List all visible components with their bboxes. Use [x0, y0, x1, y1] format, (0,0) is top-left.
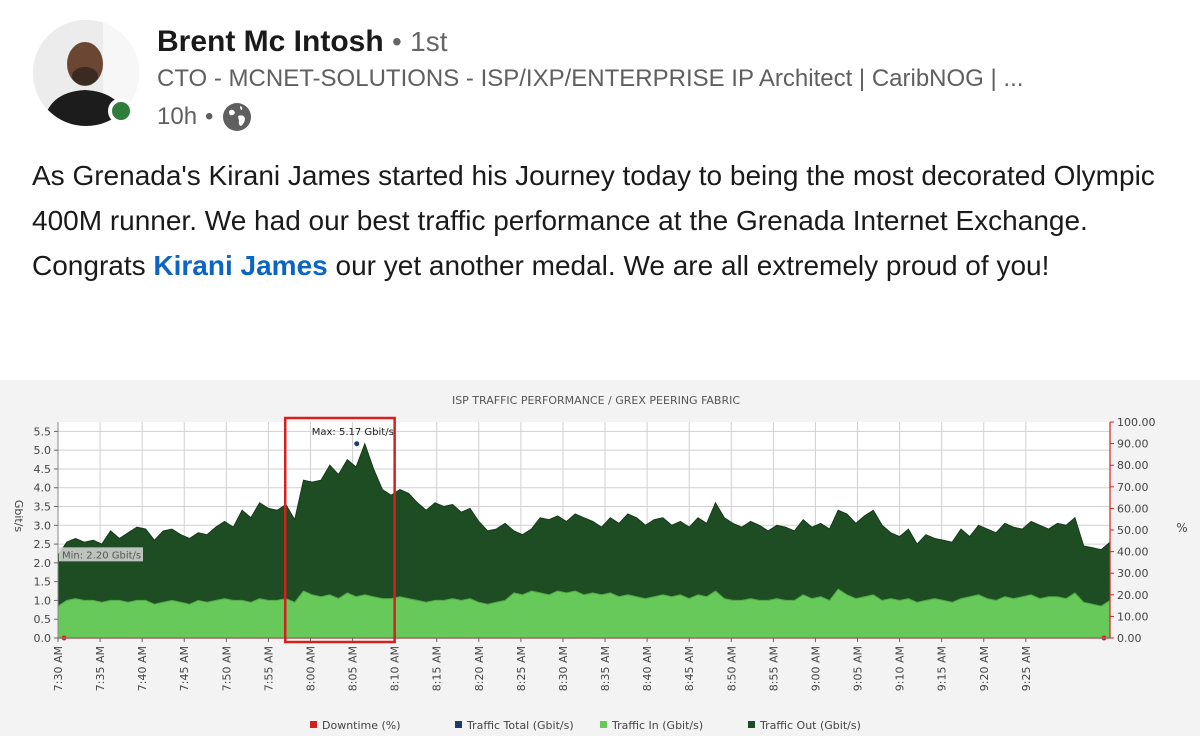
x-tick-label: 9:15 AM — [936, 646, 949, 691]
x-tick-label: 9:20 AM — [978, 646, 991, 691]
legend-label: Downtime (%) — [322, 719, 401, 732]
y2-tick-label: 100.00 — [1117, 416, 1156, 429]
y-tick-label: 4.5 — [34, 463, 52, 476]
y-tick-label: 4.0 — [34, 482, 52, 495]
y2-tick-label: 10.00 — [1117, 610, 1149, 623]
mention-link[interactable]: Kirani James — [153, 250, 327, 281]
x-tick-label: 8:40 AM — [641, 646, 654, 691]
y-tick-label: 3.5 — [34, 501, 52, 514]
y-tick-label: 5.5 — [34, 425, 52, 438]
y-tick-label: 1.5 — [34, 576, 52, 589]
chart-legend: Downtime (%) Traffic Total (Gbit/s) Traffi… — [310, 719, 861, 732]
x-tick-label: 8:55 AM — [767, 646, 780, 691]
y-tick-label: 0.5 — [34, 613, 52, 626]
x-tick-label: 7:35 AM — [94, 646, 107, 691]
x-tick-label: 8:20 AM — [473, 646, 486, 691]
post-text-line2: Congrats Kirani James our yet another me… — [32, 243, 1177, 288]
y-tick-label: 2.0 — [34, 557, 52, 570]
x-tick-label: 8:50 AM — [725, 646, 738, 691]
x-axis-ticks: 7:30 AM 7:35 AM 7:40 AM 7:45 AM 7:50 AM 7:55 … — [52, 638, 1033, 691]
traffic-chart: ISP TRAFFIC PERFORMANCE / GREX PEERING F… — [12, 394, 1188, 732]
post-body: As Grenada's Kirani James started his Jo… — [32, 153, 1177, 288]
x-tick-label: 8:25 AM — [515, 646, 528, 691]
y2-tick-label: 20.00 — [1117, 589, 1149, 602]
x-tick-label: 7:45 AM — [178, 646, 191, 691]
post-time: 10h — [157, 103, 198, 130]
x-tick-label: 7:30 AM — [52, 646, 65, 691]
traffic-chart-image[interactable]: ISP TRAFFIC PERFORMANCE / GREX PEERING F… — [0, 380, 1200, 736]
post-meta: 10h • — [157, 101, 253, 133]
x-tick-label: 7:40 AM — [136, 646, 149, 691]
author-line: Brent Mc Intosh • 1st — [157, 25, 448, 59]
y-axis-label: Gbit/s — [12, 500, 25, 533]
legend-label: Traffic In (Gbit/s) — [611, 719, 703, 732]
x-tick-label: 8:00 AM — [304, 646, 317, 691]
x-tick-label: 8:45 AM — [683, 646, 696, 691]
chart-title: ISP TRAFFIC PERFORMANCE / GREX PEERING F… — [452, 394, 740, 407]
max-point-marker — [354, 441, 360, 447]
x-tick-label: 9:25 AM — [1020, 646, 1033, 691]
y2-tick-label: 30.00 — [1117, 567, 1149, 580]
globe-icon — [223, 103, 252, 131]
legend-swatch — [748, 721, 755, 728]
y-tick-label: 1.0 — [34, 594, 52, 607]
legend-swatch — [455, 721, 462, 728]
y2-tick-label: 80.00 — [1117, 459, 1149, 472]
x-tick-label: 9:00 AM — [809, 646, 822, 691]
y2-axis-ticks: 0.00 10.00 20.00 30.00 40.00 50.00 60.00 70.00 8… — [1110, 416, 1156, 645]
x-tick-label: 8:15 AM — [431, 646, 444, 691]
y2-axis-label: % — [1176, 521, 1187, 535]
legend-label: Traffic Out (Gbit/s) — [759, 719, 861, 732]
y-tick-label: 5.0 — [34, 444, 52, 457]
x-tick-label: 7:50 AM — [220, 646, 233, 691]
y-tick-label: 0.0 — [34, 632, 52, 645]
y-tick-label: 3.0 — [34, 519, 52, 532]
max-annotation: Max: 5.17 Gbit/s — [312, 427, 394, 438]
connection-degree: 1st — [410, 26, 448, 57]
x-tick-label: 8:10 AM — [389, 646, 402, 691]
online-status-indicator — [108, 98, 134, 124]
y2-tick-label: 90.00 — [1117, 438, 1149, 451]
separator-dot: • — [392, 26, 402, 57]
y2-tick-label: 40.00 — [1117, 546, 1149, 559]
y-tick-label: 2.5 — [34, 538, 52, 551]
y2-tick-label: 0.00 — [1117, 632, 1142, 645]
legend-swatch — [310, 721, 317, 728]
y2-tick-label: 70.00 — [1117, 481, 1149, 494]
x-tick-label: 8:35 AM — [599, 646, 612, 691]
author-headline: CTO - MCNET-SOLUTIONS - ISP/IXP/ENTERPRI… — [157, 65, 1024, 92]
post-text-rest: our yet another medal. We are all extrem… — [327, 250, 1050, 281]
legend-swatch — [600, 721, 607, 728]
x-tick-label: 9:10 AM — [894, 646, 907, 691]
x-tick-label: 8:30 AM — [557, 646, 570, 691]
y-axis-ticks: 0.0 0.5 1.0 1.5 2.0 2.5 3.0 3.5 4.0 4.5 5.0 5.5 — [34, 425, 58, 645]
min-annotation: Min: 2.20 Gbit/s — [62, 550, 141, 561]
post-header: Brent Mc Intosh • 1st CTO - MCNET-SOLUTI… — [0, 0, 1200, 140]
post-text-congrats: Congrats — [32, 250, 154, 281]
y2-tick-label: 50.00 — [1117, 524, 1149, 537]
meta-separator: • — [205, 103, 214, 130]
y2-tick-label: 60.00 — [1117, 502, 1149, 515]
legend-label: Traffic Total (Gbit/s) — [466, 719, 574, 732]
author-name[interactable]: Brent Mc Intosh — [157, 25, 384, 58]
post-text-line1: As Grenada's Kirani James started his Jo… — [32, 160, 1155, 236]
x-tick-label: 8:05 AM — [347, 646, 360, 691]
x-tick-label: 9:05 AM — [852, 646, 865, 691]
x-tick-label: 7:55 AM — [262, 646, 275, 691]
